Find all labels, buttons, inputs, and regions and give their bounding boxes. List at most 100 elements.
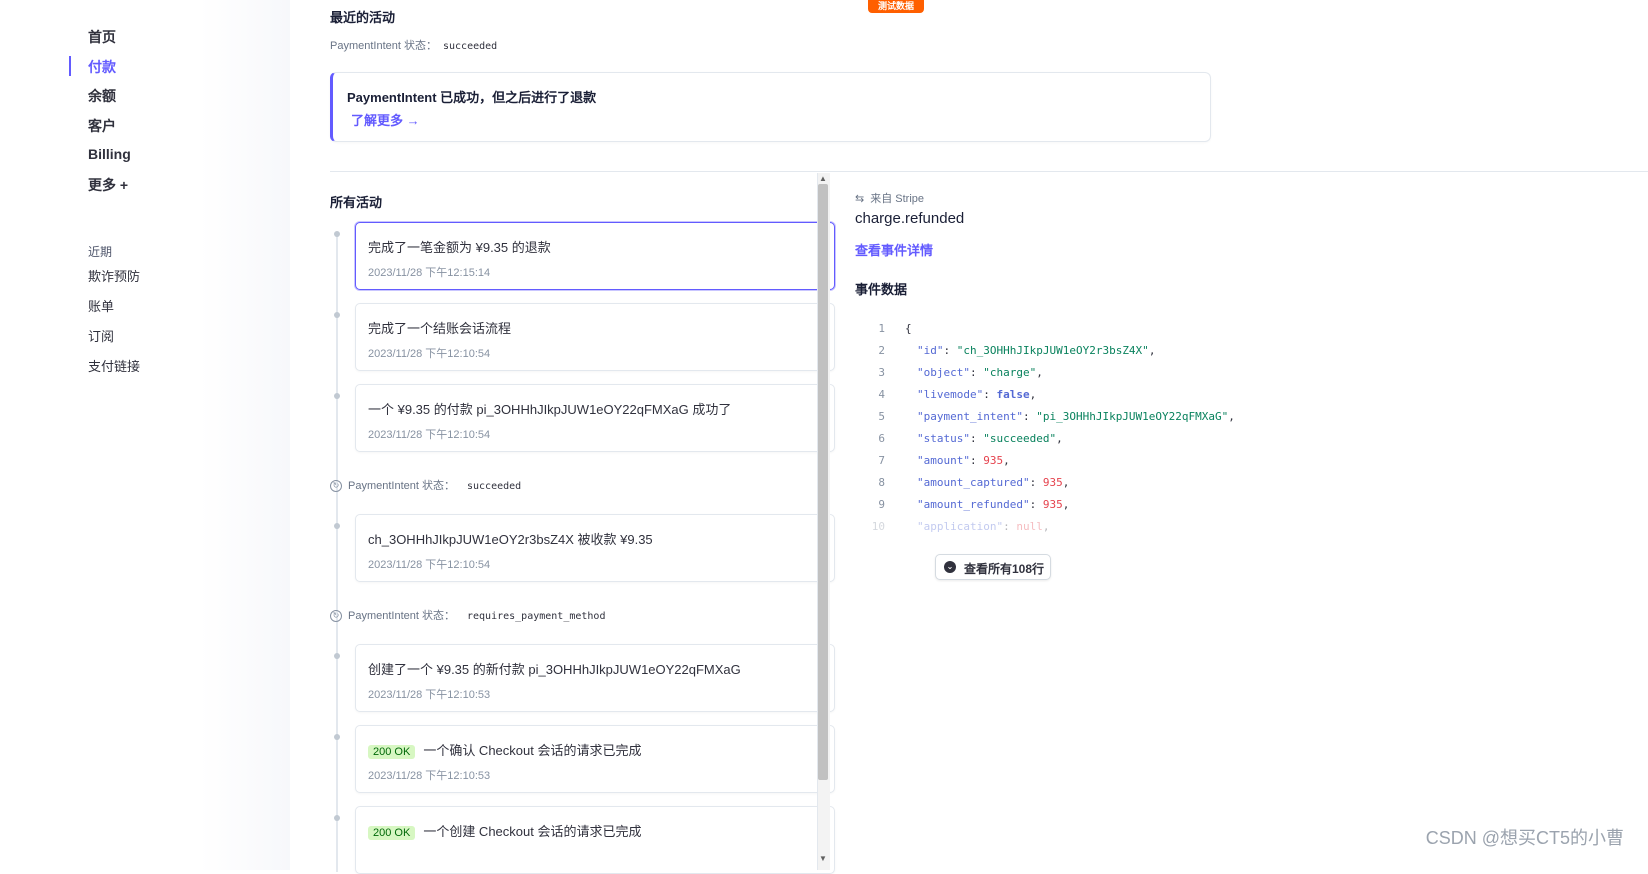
activity-card-checkout[interactable]: 完成了一个结账会话流程 2023/11/28 下午12:10:54 xyxy=(355,303,835,371)
code-value: 935 xyxy=(1042,476,1063,489)
code-text: "amount_captured": 935, xyxy=(917,476,1070,489)
scroll-down-icon[interactable]: ▼ xyxy=(819,854,827,863)
code-text: { xyxy=(905,322,912,335)
line-number: 6 xyxy=(878,432,885,445)
code-key: "amount_refunded" xyxy=(917,498,1030,511)
line-number: 4 xyxy=(878,388,885,401)
timeline-dot xyxy=(334,523,340,529)
timeline-dot xyxy=(334,653,340,659)
status-badge: 200 OK xyxy=(368,745,416,759)
activity-date: 2023/11/28 下午12:15:14 xyxy=(368,267,491,279)
transfer-icon: ⇆ xyxy=(855,193,865,205)
activity-text-label: 一个确认 Checkout 会话的请求已完成 xyxy=(423,743,642,758)
activity-card-create-request[interactable]: 200 OK 一个创建 Checkout 会话的请求已完成 xyxy=(355,806,835,874)
activity-date: 2023/11/28 下午12:10:54 xyxy=(368,429,491,441)
code-text: "payment_intent": "pi_3OHHhJIkpJUW1eOY22… xyxy=(917,410,1235,423)
line-number: 9 xyxy=(878,498,885,511)
code-value: 935 xyxy=(1042,498,1063,511)
learn-more-link[interactable]: 了解更多 → xyxy=(351,110,420,129)
sync-icon: ↻ xyxy=(330,480,342,493)
timeline-line xyxy=(336,232,338,872)
activity-card-payment-succeeded[interactable]: 一个 ¥9.35 的付款 pi_3OHHhJIkpJUW1eOY22qFMXaG… xyxy=(355,384,835,452)
code-key: "application" xyxy=(917,520,1004,533)
chevron-down-icon: ⌄ xyxy=(944,561,956,573)
view-all-lines-button[interactable]: ⌄ 查看所有108行 xyxy=(935,554,1051,580)
scroll-up-icon[interactable]: ▲ xyxy=(819,174,827,183)
view-all-lines-label: 查看所有108行 xyxy=(964,562,1045,576)
event-source: ⇆ 来自 Stripe xyxy=(855,190,924,206)
activity-card-created[interactable]: 创建了一个 ¥9.35 的新付款 pi_3OHHhJIkpJUW1eOY22qF… xyxy=(355,644,835,712)
code-brace: { xyxy=(905,322,912,335)
nav-payments[interactable]: 付款 xyxy=(88,57,116,77)
nav-home[interactable]: 首页 xyxy=(88,27,116,47)
nav-balance[interactable]: 余额 xyxy=(88,86,116,106)
state-change-requires-payment: ↻ PaymentIntent 状态： requires_payment_metho… xyxy=(330,607,605,623)
event-type: charge.refunded xyxy=(855,210,965,227)
timeline-dot xyxy=(334,231,340,237)
code-value: null xyxy=(1016,520,1043,533)
nav-fraud[interactable]: 欺诈预防 xyxy=(88,266,140,285)
code-text: "livemode": false, xyxy=(917,388,1037,401)
timeline-dot xyxy=(334,393,340,399)
view-event-details-link[interactable]: 查看事件详情 xyxy=(855,240,933,259)
activity-text: 200 OK 一个创建 Checkout 会话的请求已完成 xyxy=(368,821,641,840)
activity-date: 2023/11/28 下午12:10:54 xyxy=(368,348,491,360)
watermark: CSDN @想买CT5的小曹 xyxy=(1425,828,1624,848)
activity-text: 完成了一个结账会话流程 xyxy=(368,321,512,336)
status-badge: 200 OK xyxy=(368,826,416,840)
activity-card-confirm-request[interactable]: 200 OK 一个确认 Checkout 会话的请求已完成 2023/11/28 … xyxy=(355,725,835,793)
code-text: "id": "ch_3OHHhJIkpJUW1eOY2r3bsZ4X", xyxy=(917,344,1156,357)
timeline-dot xyxy=(334,312,340,318)
code-value: "pi_3OHHhJIkpJUW1eOY22qFMXaG" xyxy=(1036,410,1229,423)
scrollbar-thumb[interactable] xyxy=(818,184,828,780)
activity-date: 2023/11/28 下午12:10:54 xyxy=(368,559,491,571)
activity-text: 一个 ¥9.35 的付款 pi_3OHHhJIkpJUW1eOY22qFMXaG… xyxy=(368,402,732,417)
code-text: "object": "charge", xyxy=(917,366,1043,379)
payment-intent-status: PaymentIntent 状态： succeeded xyxy=(330,37,497,53)
sidebar-shade xyxy=(200,0,290,870)
state-value: requires_payment_method xyxy=(467,611,606,622)
section-divider xyxy=(330,171,1648,172)
sidebar: 首页 付款 余额 客户 Billing 更多 + 近期 欺诈预防 账单 订阅 支… xyxy=(0,0,290,870)
line-number: 1 xyxy=(878,322,885,335)
state-label: PaymentIntent 状态： xyxy=(348,480,455,492)
nav-invoices[interactable]: 账单 xyxy=(88,296,114,315)
sync-icon: ↻ xyxy=(330,610,342,623)
nav-customers[interactable]: 客户 xyxy=(88,116,116,136)
nav-billing[interactable]: Billing xyxy=(88,146,131,162)
code-text: "amount_refunded": 935, xyxy=(917,498,1070,511)
code-key: "status" xyxy=(917,432,970,445)
event-source-label: 来自 Stripe xyxy=(870,193,925,205)
line-number: 3 xyxy=(878,366,885,379)
timeline-dot xyxy=(334,815,340,821)
recent-activity-title: 最近的活动 xyxy=(330,10,396,25)
callout-title: PaymentIntent 已成功，但之后进行了退款 xyxy=(347,90,597,105)
recent-heading: 近期 xyxy=(88,245,113,259)
active-indicator xyxy=(69,56,71,76)
nav-subscriptions[interactable]: 订阅 xyxy=(88,326,114,345)
code-value: false xyxy=(996,388,1030,401)
line-number: 8 xyxy=(878,476,885,489)
code-text: "application": null, xyxy=(917,520,1050,533)
timeline-dot xyxy=(334,734,340,740)
activity-card-refund[interactable]: 完成了一笔金额为 ¥9.35 的退款 2023/11/28 下午12:15:14 xyxy=(355,222,835,290)
code-key: "object" xyxy=(917,366,970,379)
code-key: "amount_captured" xyxy=(917,476,1030,489)
code-value: "charge" xyxy=(983,366,1037,379)
nav-payment-links[interactable]: 支付链接 xyxy=(88,356,140,375)
code-value: 935 xyxy=(983,454,1004,467)
line-number: 2 xyxy=(878,344,885,357)
nav-more[interactable]: 更多 + xyxy=(88,175,128,195)
activity-text: ch_3OHHhJIkpJUW1eOY2r3bsZ4X 被收款 ¥9.35 xyxy=(368,532,653,547)
line-number: 7 xyxy=(878,454,885,467)
activity-text: 创建了一个 ¥9.35 的新付款 pi_3OHHhJIkpJUW1eOY22qF… xyxy=(368,662,741,677)
event-data-title: 事件数据 xyxy=(855,282,908,297)
activity-text-label: 一个创建 Checkout 会话的请求已完成 xyxy=(423,824,642,839)
state-value: succeeded xyxy=(467,481,522,492)
line-number: 10 xyxy=(871,520,885,533)
code-key: "livemode" xyxy=(917,388,984,401)
code-value: "ch_3OHHhJIkpJUW1eOY2r3bsZ4X" xyxy=(956,344,1149,357)
activity-date: 2023/11/28 下午12:10:53 xyxy=(368,689,491,701)
activity-card-charge[interactable]: ch_3OHHhJIkpJUW1eOY2r3bsZ4X 被收款 ¥9.35 20… xyxy=(355,514,835,582)
code-key: "amount" xyxy=(917,454,970,467)
